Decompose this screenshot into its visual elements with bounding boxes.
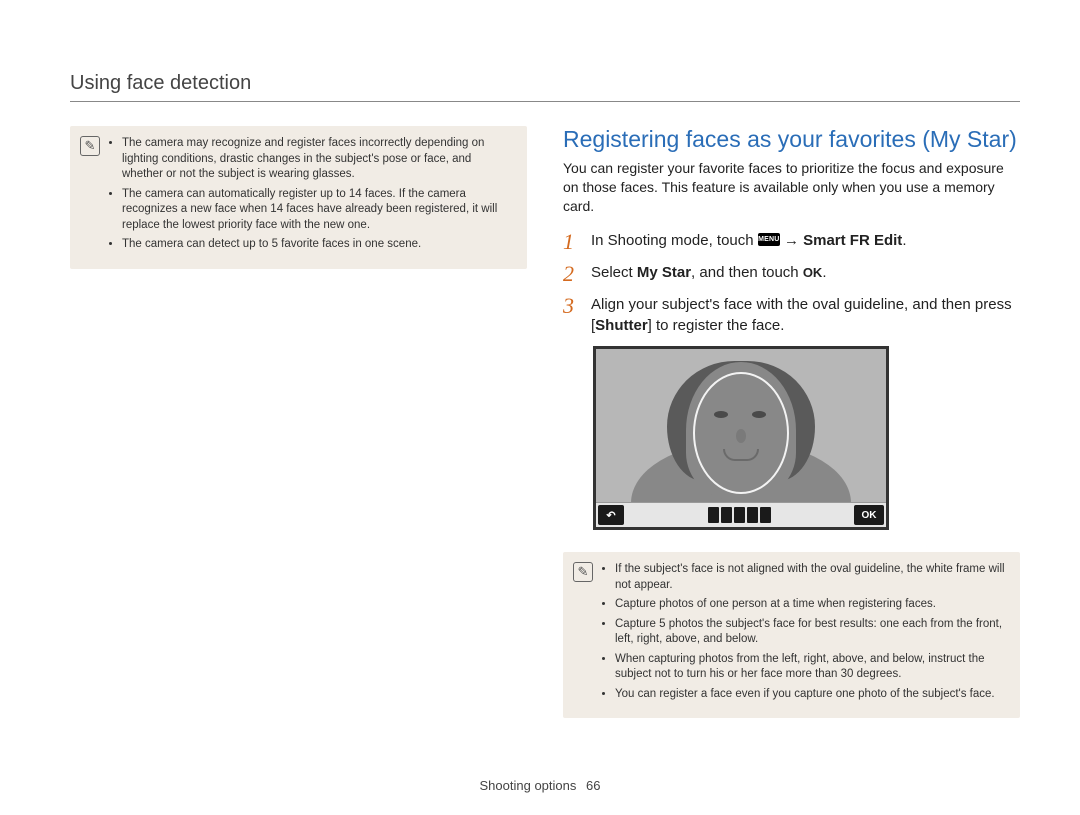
capture-slot xyxy=(760,507,771,523)
note-icon: ✎ xyxy=(80,136,100,156)
back-button[interactable]: ↶ xyxy=(598,505,624,525)
capture-slot xyxy=(734,507,745,523)
step-1: 1 In Shooting mode, touch MENU → Smart F… xyxy=(563,230,1020,254)
step-2-bold: My Star xyxy=(637,264,691,281)
right-note-item: Capture 5 photos the subject's face for … xyxy=(615,617,1006,648)
step-3: 3 Align your subject's face with the ova… xyxy=(563,294,1020,336)
step-1-end: . xyxy=(902,232,906,249)
step-2-text: Select My Star, and then touch OK. xyxy=(591,262,826,283)
step-2-pre: Select xyxy=(591,264,637,281)
steps-list: 1 In Shooting mode, touch MENU → Smart F… xyxy=(563,230,1020,336)
step-1-arrow: → xyxy=(780,232,803,249)
step-1-text: In Shooting mode, touch MENU → Smart FR … xyxy=(591,230,906,251)
step-1-pre: In Shooting mode, touch xyxy=(591,232,758,249)
section-title: Using face detection xyxy=(70,72,1020,102)
right-note-item: You can register a face even if you capt… xyxy=(615,687,1006,703)
ok-button[interactable]: OK xyxy=(854,505,884,525)
left-note-list: The camera may recognize and register fa… xyxy=(108,136,513,257)
left-note-item: The camera may recognize and register fa… xyxy=(122,136,513,183)
note-icon: ✎ xyxy=(573,562,593,582)
step-3-bold: Shutter xyxy=(595,317,648,334)
capture-slot xyxy=(708,507,719,523)
capture-slot xyxy=(721,507,732,523)
step-number: 3 xyxy=(563,294,579,318)
step-2: 2 Select My Star, and then touch OK. xyxy=(563,262,1020,286)
left-note-item: The camera can detect up to 5 favorite f… xyxy=(122,237,513,253)
intro-paragraph: You can register your favorite faces to … xyxy=(563,159,1020,216)
right-note-box: ✎ If the subject's face is not aligned w… xyxy=(563,552,1020,718)
page-number: 66 xyxy=(586,778,600,793)
capture-slot xyxy=(747,507,758,523)
step-number: 2 xyxy=(563,262,579,286)
step-2-mid: , and then touch xyxy=(691,264,803,281)
step-2-end: . xyxy=(822,264,826,281)
right-note-item: If the subject's face is not aligned wit… xyxy=(615,562,1006,593)
step-number: 1 xyxy=(563,230,579,254)
right-note-item: Capture photos of one person at a time w… xyxy=(615,597,1006,613)
oval-guideline xyxy=(693,372,789,494)
page-footer: Shooting options 66 xyxy=(0,778,1080,793)
footer-label: Shooting options xyxy=(480,778,577,793)
left-note-item: The camera can automatically register up… xyxy=(122,187,513,234)
camera-preview: ↶ OK xyxy=(593,346,889,530)
heading-my-star: Registering faces as your favorites (My … xyxy=(563,126,1020,153)
capture-slots xyxy=(708,507,771,523)
menu-icon: MENU xyxy=(758,233,780,246)
step-1-bold: Smart FR Edit xyxy=(803,232,902,249)
ok-icon: OK xyxy=(803,264,823,282)
right-note-list: If the subject's face is not aligned wit… xyxy=(601,562,1006,706)
left-note-box: ✎ The camera may recognize and register … xyxy=(70,126,527,269)
step-3-post: ] to register the face. xyxy=(648,317,785,334)
camera-bottom-bar: ↶ OK xyxy=(596,502,886,527)
right-note-item: When capturing photos from the left, rig… xyxy=(615,652,1006,683)
step-3-text: Align your subject's face with the oval … xyxy=(591,294,1020,336)
